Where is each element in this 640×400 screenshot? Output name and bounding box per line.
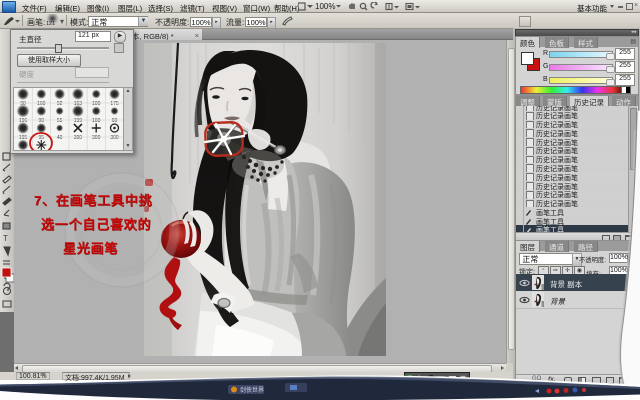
- svg-text:剑侠世界: 剑侠世界: [240, 386, 264, 394]
- svg-text:100: 100: [92, 101, 101, 107]
- svg-text:300: 300: [110, 135, 119, 141]
- svg-text:300: 300: [92, 135, 101, 141]
- svg-text:40: 40: [57, 135, 63, 141]
- svg-text:55: 55: [57, 118, 63, 124]
- svg-text:175: 175: [110, 101, 119, 107]
- svg-text:T: T: [3, 234, 8, 243]
- svg-text:92: 92: [57, 101, 63, 107]
- svg-text:300: 300: [74, 135, 83, 141]
- svg-text:100: 100: [92, 118, 101, 124]
- svg-text:199: 199: [74, 118, 83, 124]
- svg-text:100%: 100%: [315, 2, 335, 11]
- svg-text:60: 60: [112, 118, 118, 124]
